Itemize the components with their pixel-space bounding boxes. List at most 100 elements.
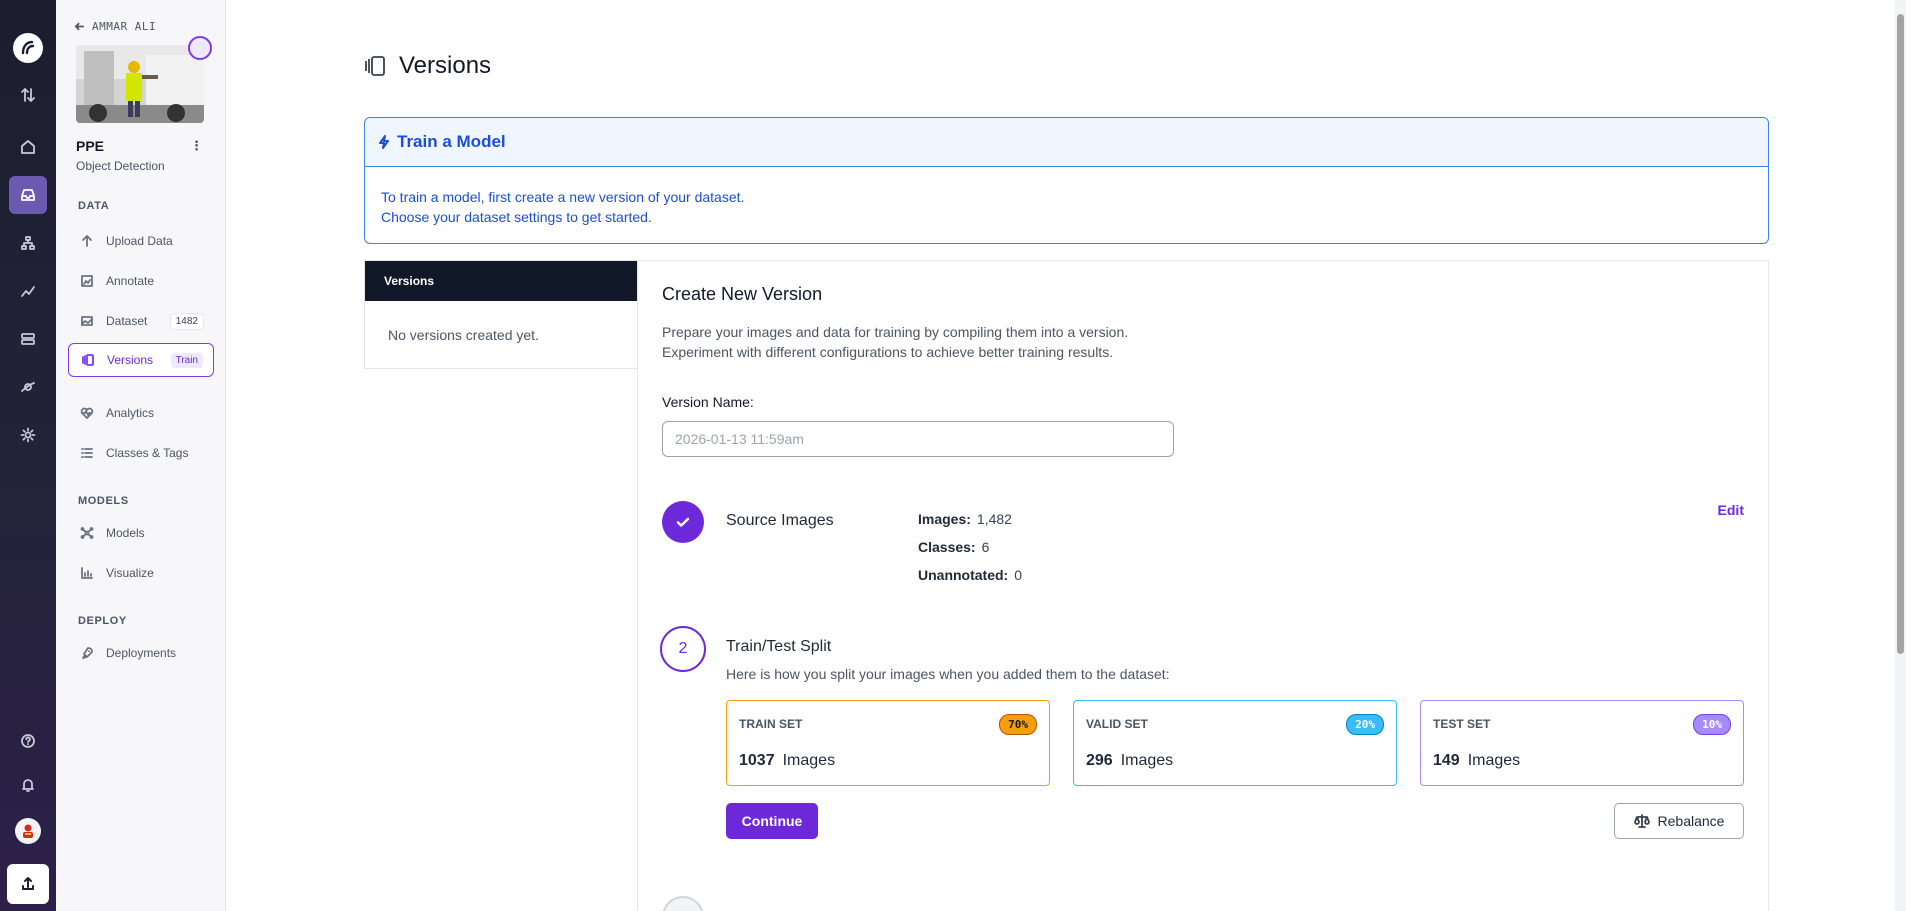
edit-source-images-link[interactable]: Edit (1718, 502, 1744, 518)
versions-title-icon (365, 56, 385, 76)
versions-icon (82, 354, 94, 366)
project-name: PPE (76, 138, 105, 154)
sidebar-item-annotate[interactable]: Annotate (68, 264, 214, 298)
annotate-icon (81, 275, 93, 287)
train-test-split-description: Here is how you split your images when y… (726, 666, 1170, 682)
notifications-icon[interactable] (9, 766, 47, 804)
continue-button[interactable]: Continue (726, 803, 818, 839)
deployments-rail-icon[interactable] (9, 320, 47, 358)
heart-pulse-icon (80, 407, 94, 419)
lightning-icon (379, 135, 389, 149)
monitoring-icon[interactable] (9, 272, 47, 310)
user-avatar[interactable] (15, 818, 41, 844)
checkmark-icon (676, 517, 690, 527)
project-type: Object Detection (76, 159, 165, 173)
sidebar-item-analytics[interactable]: Analytics (68, 396, 214, 430)
stat-classes: Classes: 6 (918, 533, 1022, 561)
sidebar-item-label: Visualize (106, 566, 154, 580)
step-1-complete-badge (662, 501, 704, 543)
sidebar-item-dataset[interactable]: Dataset 1482 (68, 304, 214, 338)
sidebar-item-label: Deployments (106, 646, 177, 660)
step-3-badge (662, 896, 704, 911)
create-version-title: Create New Version (662, 284, 823, 304)
source-images-title: Source Images (726, 512, 834, 529)
project-thumbnail[interactable] (76, 45, 204, 123)
stat-classes-value: 6 (981, 539, 990, 555)
network-icon (80, 527, 94, 539)
project-menu-icon[interactable]: ⋮ (190, 138, 203, 154)
dataset-count-badge: 1482 (169, 312, 204, 330)
notice-line-2: Choose your dataset settings to get star… (381, 209, 652, 225)
scale-icon (1633, 814, 1650, 828)
notice-title: Train a Model (397, 132, 506, 151)
section-data-label: DATA (78, 200, 110, 212)
notice-line-1: To train a model, first create a new ver… (381, 189, 745, 205)
sidebar-item-models[interactable]: Models (68, 516, 214, 550)
sidebar-item-deployments[interactable]: Deployments (68, 636, 214, 670)
rebalance-button[interactable]: Rebalance (1614, 803, 1744, 839)
list-icon (81, 448, 93, 458)
test-set-card: TEST SET 10% 149 Images (1420, 700, 1744, 786)
valid-set-card: VALID SET 20% 296 Images (1073, 700, 1397, 786)
valid-set-label: VALID SET (1086, 717, 1148, 731)
sidebar-item-visualize[interactable]: Visualize (68, 556, 214, 590)
train-test-split-title: Train/Test Split (726, 638, 832, 655)
train-model-notice: Train a Model To train a model, first cr… (364, 117, 1769, 244)
sidebar-item-upload-data[interactable]: Upload Data (68, 224, 214, 258)
create-desc-line-1: Prepare your images and data for trainin… (662, 324, 1129, 340)
test-set-percent-badge: 10% (1693, 714, 1731, 735)
projects-icon[interactable] (9, 176, 47, 214)
notice-body: To train a model, first create a new ver… (365, 167, 1768, 243)
project-sidebar: AMMAR ALI PPE ⋮ Object Detection DATA Up… (56, 0, 226, 911)
home-icon[interactable] (9, 128, 47, 166)
train-set-card: TRAIN SET 70% 1037 Images (726, 700, 1050, 786)
source-images-stats: Images: 1,482 Classes: 6 Unannotated: 0 (918, 505, 1022, 589)
versions-empty-message: No versions created yet. (388, 327, 539, 343)
section-deploy-label: DEPLOY (78, 615, 127, 627)
page-scrollbar[interactable] (1895, 0, 1906, 911)
train-set-percent-badge: 70% (999, 714, 1037, 735)
image-icon (81, 316, 93, 326)
universe-icon[interactable] (9, 368, 47, 406)
settings-icon[interactable] (9, 416, 47, 454)
stat-unannotated: Unannotated: 0 (918, 561, 1022, 589)
upload-icon (82, 235, 92, 247)
test-set-count: 149 Images (1433, 752, 1520, 770)
section-models-label: MODELS (78, 495, 129, 507)
workflows-icon[interactable] (9, 224, 47, 262)
versions-list-header: Versions (365, 261, 637, 301)
rebalance-label: Rebalance (1657, 813, 1725, 829)
versions-list-panel: Versions No versions created yet. (364, 260, 638, 369)
sidebar-item-label: Dataset (106, 314, 148, 328)
train-count-value: 1037 (739, 752, 775, 769)
switch-workspace-icon[interactable] (9, 76, 47, 114)
version-name-input[interactable] (662, 421, 1174, 457)
project-status-dot (188, 36, 212, 60)
train-set-count: 1037 Images (739, 752, 835, 770)
help-icon[interactable] (9, 722, 47, 760)
stat-unannotated-label: Unannotated: (918, 567, 1009, 583)
sidebar-item-label: Analytics (106, 406, 155, 420)
stat-unannotated-value: 0 (1014, 567, 1023, 583)
sidebar-item-label: Classes & Tags (106, 446, 189, 460)
sidebar-item-label: Upload Data (106, 234, 173, 248)
valid-set-percent-badge: 20% (1346, 714, 1384, 735)
sidebar-item-label: Versions (107, 353, 154, 367)
create-desc-line-2: Experiment with different configurations… (662, 344, 1114, 360)
scrollbar-thumb[interactable] (1897, 14, 1904, 654)
back-to-workspace-link[interactable]: AMMAR ALI (74, 20, 156, 33)
upload-anchor-icon[interactable] (7, 864, 49, 904)
valid-set-count: 296 Images (1086, 752, 1173, 770)
sidebar-item-versions[interactable]: Versions Train (68, 343, 214, 377)
arrow-left-icon (74, 22, 85, 31)
icon-rail (0, 0, 56, 911)
stat-images: Images: 1,482 (918, 505, 1022, 533)
versions-train-badge: Train (170, 352, 203, 368)
sidebar-item-classes-tags[interactable]: Classes & Tags (68, 436, 214, 470)
sidebar-item-label: Annotate (106, 274, 155, 288)
test-images-word: Images (1467, 752, 1521, 769)
roboflow-logo-icon[interactable] (13, 33, 43, 63)
valid-images-word: Images (1120, 752, 1174, 769)
stat-classes-label: Classes: (918, 539, 976, 555)
page-title-text: Versions (399, 52, 492, 79)
